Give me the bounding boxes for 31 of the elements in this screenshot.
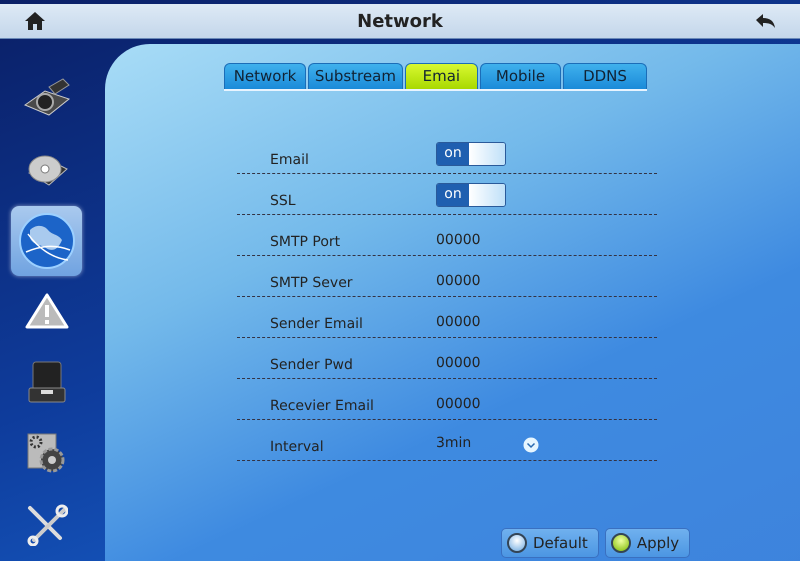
tab[interactable]: Emai bbox=[404, 63, 478, 89]
chevron-down-icon[interactable] bbox=[523, 437, 540, 453]
tab[interactable]: Mobile bbox=[480, 63, 562, 89]
toggle-switch[interactable]: on bbox=[436, 183, 506, 207]
default-button[interactable]: Default bbox=[501, 528, 599, 558]
window-title: Network bbox=[357, 10, 443, 32]
tab[interactable]: Substream bbox=[308, 63, 403, 89]
tab[interactable]: DDNS bbox=[563, 63, 647, 89]
dropdown-value[interactable]: 3min bbox=[436, 435, 472, 457]
apply-button[interactable]: Apply bbox=[604, 528, 690, 558]
home-icon[interactable] bbox=[24, 11, 46, 31]
field-value[interactable]: 00000 bbox=[436, 314, 481, 336]
field-label: SMTP Port bbox=[269, 234, 342, 252]
field-label: SSL bbox=[269, 193, 297, 211]
field-label: Interval bbox=[269, 439, 325, 457]
field-value[interactable]: 00000 bbox=[436, 355, 481, 377]
field-label: SMTP Sever bbox=[269, 275, 354, 293]
warning-icon[interactable] bbox=[24, 293, 68, 331]
back-icon[interactable] bbox=[754, 13, 776, 29]
field-label: Sender Pwd bbox=[269, 357, 354, 375]
field-label: Sender Email bbox=[269, 316, 364, 334]
globe-icon[interactable] bbox=[18, 212, 76, 270]
toggle-switch[interactable]: on bbox=[436, 142, 506, 166]
tab[interactable]: Network bbox=[224, 63, 306, 89]
field-label: Recevier Email bbox=[269, 398, 375, 416]
field-value[interactable]: 00000 bbox=[436, 396, 481, 418]
selected-item-highlight[interactable] bbox=[11, 206, 82, 276]
field-value[interactable]: 00000 bbox=[436, 232, 481, 254]
tools-icon[interactable] bbox=[26, 504, 68, 546]
field-label: Email bbox=[269, 152, 310, 170]
field-value[interactable]: 00000 bbox=[436, 273, 481, 295]
